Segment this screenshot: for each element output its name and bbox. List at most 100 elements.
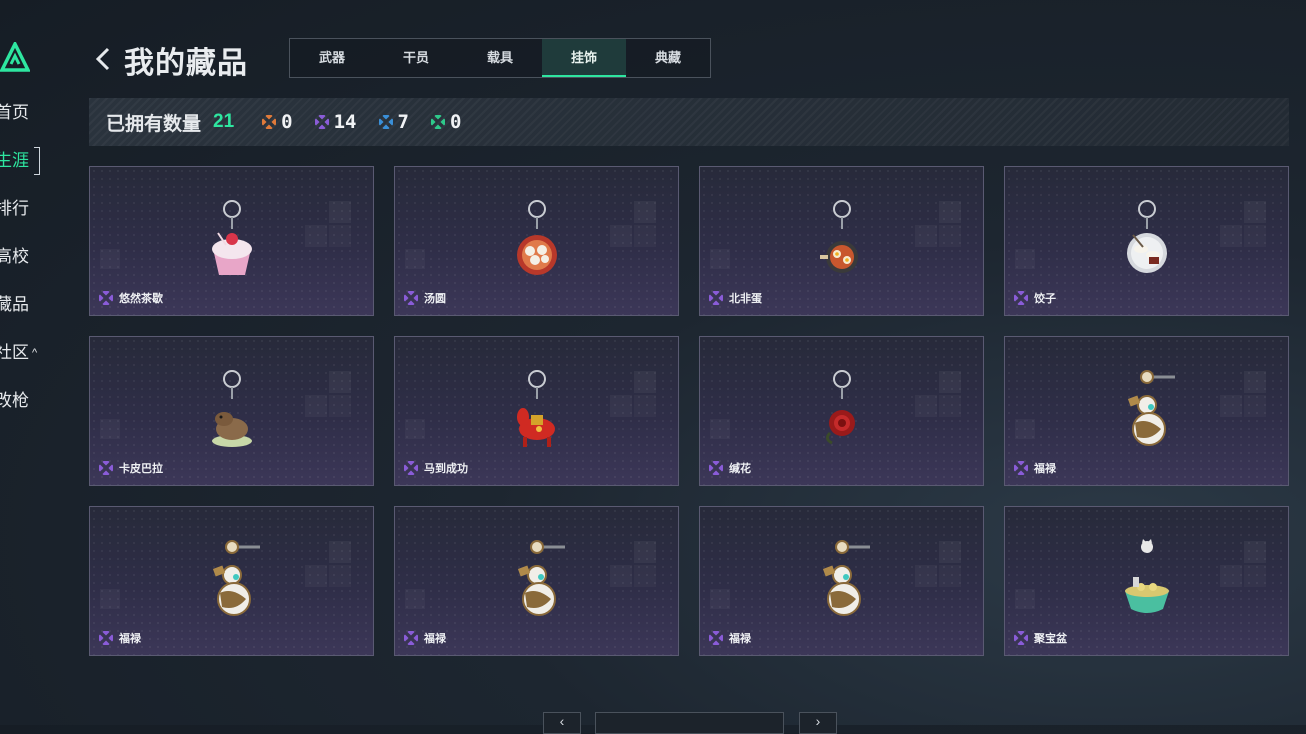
- card-pattern: [1244, 371, 1266, 393]
- orange-diamond-icon: [262, 115, 277, 129]
- sidebar-item[interactable]: 社区 ^: [0, 340, 37, 388]
- rarity-count: 0: [449, 111, 462, 133]
- category-tabs: 武器 干员 载具 挂饰 典藏: [289, 38, 711, 78]
- card-pattern: [100, 589, 120, 609]
- charm-name-row: 聚宝盆: [1014, 630, 1067, 646]
- next-page-button[interactable]: ›: [799, 712, 837, 734]
- charm-name-row: 饺子: [1014, 290, 1056, 306]
- rarity-count: 7: [397, 111, 409, 133]
- sidebar-item[interactable]: 高校: [0, 244, 37, 292]
- card-pattern: [1244, 201, 1266, 223]
- charm-card[interactable]: 福禄: [699, 506, 984, 656]
- rarity-diamond-icon: [709, 461, 723, 475]
- card-pattern: [100, 419, 120, 439]
- sidebar-item[interactable]: 改枪: [0, 388, 37, 436]
- charm-card[interactable]: 福禄: [89, 506, 374, 656]
- charm-name-row: 北非蛋: [709, 290, 762, 306]
- treasure-bowl-charm-icon: [1124, 539, 1169, 613]
- purple-diamond-icon: [314, 115, 329, 129]
- gourd-charm-icon: [1127, 370, 1175, 446]
- gourd-charm-icon: [517, 540, 565, 616]
- dumpling-plate-charm-icon: [1126, 200, 1167, 273]
- charm-card[interactable]: 悠然茶歇: [89, 166, 374, 316]
- card-pattern: [939, 201, 961, 223]
- card-pattern: [1244, 541, 1266, 563]
- charm-name: 马到成功: [424, 463, 468, 475]
- sidebar-item-label: 改枪: [0, 391, 29, 410]
- page-indicator: [595, 712, 784, 734]
- active-indicator: [34, 147, 40, 175]
- charm-name: 聚宝盆: [1034, 633, 1067, 645]
- charm-name: 福禄: [424, 633, 446, 645]
- sidebar-item[interactable]: 生涯: [0, 147, 40, 196]
- charm-card[interactable]: 饺子: [1004, 166, 1289, 316]
- charm-name: 悠然茶歇: [119, 293, 163, 305]
- green-diamond-icon: [430, 115, 445, 129]
- charm-name-row: 悠然茶歇: [99, 290, 163, 306]
- rarity-diamond-icon: [404, 631, 418, 645]
- card-pattern: [710, 249, 730, 269]
- charm-name-row: 马到成功: [404, 460, 468, 476]
- sidebar-item[interactable]: 首页: [0, 100, 37, 148]
- rarity-diamond-icon: [709, 291, 723, 305]
- charm-name-row: 福禄: [99, 630, 141, 646]
- owned-label: 已拥有数量: [106, 113, 202, 135]
- card-pattern: [405, 249, 425, 269]
- charm-card[interactable]: 福禄: [1004, 336, 1289, 486]
- page-title: 我的藏品: [124, 47, 248, 80]
- card-pattern: [710, 589, 730, 609]
- charm-card[interactable]: 聚宝盆: [1004, 506, 1289, 656]
- charm-grid: 悠然茶歇 汤圆 北非蛋 饺子 卡皮巴拉 马到成功 缄花 福禄 福禄 福禄 福禄 聚宝盆: [89, 166, 1289, 656]
- rarity-diamond-icon: [404, 461, 418, 475]
- rarity-count: 0: [281, 111, 293, 133]
- charm-card[interactable]: 马到成功: [394, 336, 679, 486]
- charm-name-row: 缄花: [709, 460, 751, 476]
- gourd-charm-icon: [822, 540, 870, 616]
- rarity-diamond-icon: [1014, 631, 1028, 645]
- category-tab[interactable]: 典藏: [626, 39, 710, 77]
- red-horse-charm-icon: [516, 370, 555, 447]
- charm-name-row: 福禄: [404, 630, 446, 646]
- back-button[interactable]: [92, 44, 114, 74]
- charm-card[interactable]: 福禄: [394, 506, 679, 656]
- rarity-counter: 7: [378, 111, 409, 133]
- card-pattern: [100, 249, 120, 269]
- prev-page-button[interactable]: ‹: [543, 712, 581, 734]
- charm-name: 缄花: [729, 463, 751, 475]
- card-pattern: [329, 371, 351, 393]
- category-tab[interactable]: 载具: [458, 39, 542, 77]
- sidebar-item[interactable]: 藏品: [0, 292, 37, 340]
- sidebar-item-label: 社区: [0, 343, 29, 362]
- card-pattern: [329, 201, 351, 223]
- charm-card[interactable]: 缄花: [699, 336, 984, 486]
- sidebar-nav: 首页 生涯排行高校藏品社区 ^ 改枪: [0, 100, 40, 436]
- card-pattern: [1015, 419, 1035, 439]
- charm-card[interactable]: 卡皮巴拉: [89, 336, 374, 486]
- category-tab[interactable]: 挂饰: [542, 39, 626, 77]
- sidebar-item-label: 排行: [0, 199, 29, 218]
- rarity-counter: 0: [262, 111, 293, 133]
- charm-name-row: 福禄: [1014, 460, 1056, 476]
- sidebar-item[interactable]: 排行: [0, 196, 37, 244]
- charm-name: 福禄: [1034, 463, 1056, 475]
- rarity-counter: 14: [314, 111, 357, 133]
- card-pattern: [1015, 589, 1035, 609]
- blue-diamond-icon: [378, 115, 393, 129]
- rarity-diamond-icon: [99, 461, 113, 475]
- category-tab[interactable]: 武器: [290, 39, 374, 77]
- card-pattern: [710, 419, 730, 439]
- rarity-diamond-icon: [1014, 461, 1028, 475]
- gourd-charm-icon: [212, 540, 260, 616]
- card-pattern: [634, 371, 656, 393]
- charm-card[interactable]: 北非蛋: [699, 166, 984, 316]
- rarity-diamond-icon: [99, 631, 113, 645]
- chevron-right-icon: ›: [815, 713, 821, 729]
- category-tab[interactable]: 干员: [374, 39, 458, 77]
- sidebar-item-label: 藏品: [0, 295, 29, 314]
- sidebar-item-label: 高校: [0, 247, 29, 266]
- rarity-diamond-icon: [404, 291, 418, 305]
- chevron-up-icon: ^: [32, 347, 38, 359]
- owned-count: 21: [213, 111, 235, 132]
- charm-card[interactable]: 汤圆: [394, 166, 679, 316]
- app-logo[interactable]: [0, 42, 30, 74]
